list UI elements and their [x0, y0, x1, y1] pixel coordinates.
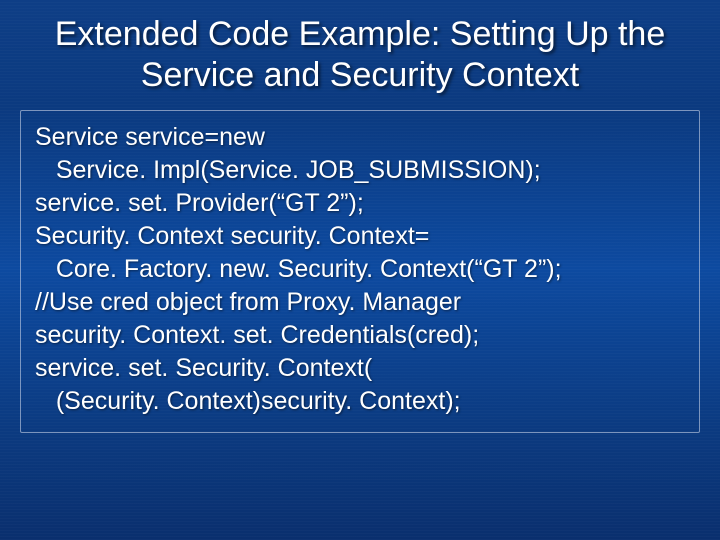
- code-block: Service service=new Service. Impl(Servic…: [20, 110, 700, 433]
- code-line: service. set. Provider(“GT 2”);: [35, 187, 685, 220]
- code-line: Service service=new: [35, 121, 685, 154]
- slide-title: Extended Code Example: Setting Up the Se…: [0, 0, 720, 102]
- code-line: Security. Context security. Context=: [35, 220, 685, 253]
- slide: Extended Code Example: Setting Up the Se…: [0, 0, 720, 540]
- code-line: security. Context. set. Credentials(cred…: [35, 319, 685, 352]
- code-line: Service. Impl(Service. JOB_SUBMISSION);: [35, 154, 685, 187]
- code-line: //Use cred object from Proxy. Manager: [35, 286, 685, 319]
- code-line: service. set. Security. Context(: [35, 352, 685, 385]
- code-line: (Security. Context)security. Context);: [35, 385, 685, 418]
- code-line: Core. Factory. new. Security. Context(“G…: [35, 253, 685, 286]
